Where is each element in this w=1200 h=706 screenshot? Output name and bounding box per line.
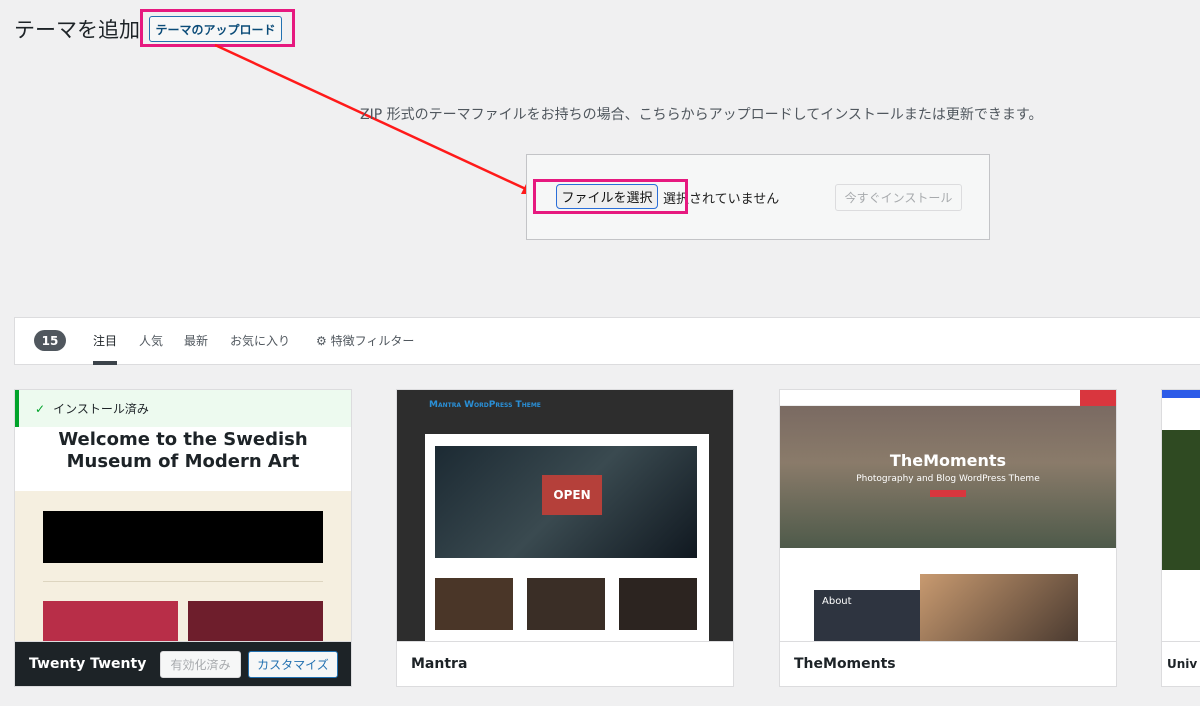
tab-featured[interactable]: 注目	[93, 332, 117, 349]
theme-screenshot: Mantra WordPress Theme OPEN	[397, 390, 733, 643]
theme-name-bar: Mantra	[397, 641, 733, 686]
active-tab-indicator	[93, 361, 117, 365]
theme-card-twenty-twenty[interactable]: ✓ インストール済み Welcome to the Swedish Museum …	[14, 389, 352, 687]
theme-name-bar: Twenty Twenty 有効化済み カスタマイズ	[15, 641, 351, 686]
theme-name: Twenty Twenty	[29, 656, 147, 672]
installed-label: インストール済み	[53, 402, 149, 416]
theme-card-univ[interactable]: Univ	[1161, 389, 1200, 687]
tab-popular[interactable]: 人気	[139, 332, 163, 349]
installed-notice: ✓ インストール済み	[15, 390, 351, 427]
theme-preview-title: Welcome to the Swedish Museum of Modern …	[58, 429, 308, 472]
theme-card-mantra[interactable]: Mantra WordPress Theme OPEN Mantra	[396, 389, 734, 687]
tab-latest[interactable]: 最新	[184, 332, 208, 349]
feature-filter-button[interactable]: ⚙ 特徴フィルター	[316, 332, 414, 349]
highlight-box	[533, 179, 688, 214]
upload-help-text: ZIP 形式のテーマファイルをお持ちの場合、こちらからアップロードしてインストー…	[360, 107, 1043, 123]
customize-button[interactable]: カスタマイズ	[248, 651, 338, 678]
theme-screenshot: TheMoments Photography and Blog WordPres…	[780, 390, 1116, 643]
tab-favorites[interactable]: お気に入り	[230, 332, 290, 349]
theme-screenshot	[15, 491, 351, 641]
install-now-button[interactable]: 今すぐインストール	[835, 184, 962, 211]
gear-icon: ⚙	[316, 334, 327, 348]
theme-name-bar: Univ	[1162, 641, 1200, 686]
activated-button: 有効化済み	[160, 651, 241, 678]
theme-screenshot	[1162, 390, 1200, 643]
theme-name: Mantra	[411, 656, 468, 672]
theme-count-badge: 15	[34, 330, 66, 351]
theme-preview-title: Mantra WordPress Theme	[429, 400, 541, 410]
check-icon: ✓	[35, 401, 46, 416]
theme-name: TheMoments	[794, 656, 896, 672]
theme-preview-title: TheMoments	[889, 451, 1007, 470]
theme-name: Univ	[1167, 657, 1198, 671]
theme-name-bar: TheMoments	[780, 641, 1116, 686]
theme-preview-section: About	[814, 590, 920, 643]
theme-card-themoments[interactable]: TheMoments Photography and Blog WordPres…	[779, 389, 1117, 687]
feature-filter-label: 特徴フィルター	[330, 334, 415, 348]
theme-preview-subtitle: Photography and Blog WordPress Theme	[856, 474, 1040, 484]
